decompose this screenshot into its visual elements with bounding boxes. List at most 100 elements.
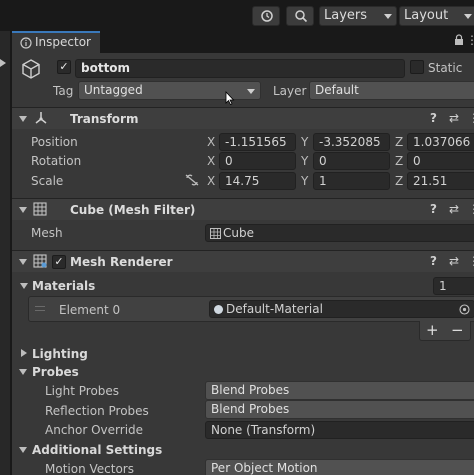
mouse-cursor-icon [225,91,235,105]
scale-x-label[interactable]: X [207,174,215,188]
tab-inspector[interactable]: Inspector [12,31,100,53]
transform-icon [35,112,47,124]
element-0-material-field[interactable]: Default-Material [209,300,474,318]
motion-vectors-dropdown[interactable]: Per Object Motion [205,459,474,475]
help-icon[interactable]: ? [430,202,437,216]
layout-label: Layout [404,8,449,23]
tab-menu-icon[interactable]: ⋮ [466,33,474,47]
position-x-label[interactable]: X [207,135,215,149]
rotation-x-label[interactable]: X [207,154,215,168]
tab-inspector-label: Inspector [35,35,91,49]
probes-foldout-icon[interactable] [19,369,27,375]
element-0-value: Default-Material [226,302,323,316]
presets-icon[interactable]: ⇄ [449,202,459,216]
object-name-field[interactable]: bottom [75,59,405,78]
transform-title: Transform [70,112,139,126]
add-element-button[interactable]: + [426,323,439,338]
mesh-object-field[interactable]: Cube [205,224,474,242]
drag-handle-icon[interactable] [35,306,45,311]
materials-count-field[interactable]: 1 [433,277,474,295]
scale-z-label[interactable]: Z [395,174,403,188]
constrain-proportions-icon[interactable] [185,174,199,186]
mesh-renderer-enabled-checkbox[interactable]: ✓ [52,255,66,269]
object-picker-icon[interactable] [459,304,470,315]
component-menu-icon[interactable]: ⋮ [468,111,474,125]
position-z-label[interactable]: Z [395,135,403,149]
foldout-arrow-icon [19,207,27,213]
left-side-panel [0,31,10,475]
foldout-arrow-icon [19,259,27,265]
rotation-z-label[interactable]: Z [395,154,403,168]
rotation-z-field[interactable]: 0 [407,152,474,170]
materials-foldout-icon[interactable] [20,283,28,289]
static-label: Static [428,61,463,75]
component-menu-icon[interactable]: ⋮ [468,202,474,216]
lighting-label: Lighting [32,347,88,361]
scale-x-field[interactable]: 14.75 [219,172,296,190]
probes-label: Probes [32,365,79,379]
anchor-override-label: Anchor Override [45,423,144,437]
chevron-down-icon [247,89,255,94]
tag-value: Untagged [84,83,143,97]
rotation-x-field[interactable]: 0 [219,152,296,170]
history-icon [261,10,273,22]
position-y-field[interactable]: -3.352085 [313,133,390,151]
position-z-field[interactable]: 1.037066 [407,133,474,151]
element-0-label: Element 0 [59,303,121,317]
mesh-filter-icon [33,202,47,216]
info-icon [20,37,32,49]
active-checkbox[interactable]: ✓ [57,60,71,74]
presets-icon[interactable]: ⇄ [449,254,459,268]
rotation-y-field[interactable]: 0 [313,152,390,170]
chevron-down-icon [384,14,392,19]
motion-vectors-label: Motion Vectors [45,462,134,475]
help-icon[interactable]: ? [430,111,437,125]
scale-y-field[interactable]: 1 [313,172,390,190]
layers-label: Layers [324,8,368,23]
layout-dropdown[interactable]: Layout [399,6,474,26]
help-icon[interactable]: ? [430,254,437,268]
reflection-probes-label: Reflection Probes [45,404,149,418]
left-panel-arrow-icon [0,59,6,67]
light-probes-dropdown[interactable]: Blend Probes [205,381,474,400]
presets-icon[interactable]: ⇄ [449,111,459,125]
rotation-y-label[interactable]: Y [301,154,308,168]
layer-dropdown[interactable]: Default [309,81,474,100]
position-label: Position [31,135,78,149]
chevron-down-icon [464,14,472,19]
tag-label: Tag [53,84,74,98]
position-y-label[interactable]: Y [301,135,308,149]
mesh-filter-header[interactable]: Cube (Mesh Filter) ? ⇄ ⋮ [12,198,474,220]
lock-icon[interactable] [454,34,464,46]
scale-z-field[interactable]: 21.51 [407,172,474,190]
mesh-icon [210,228,221,239]
mesh-label: Mesh [31,226,63,240]
mesh-renderer-title: Mesh Renderer [70,255,173,269]
lighting-foldout-icon[interactable] [21,349,27,357]
mesh-renderer-icon [33,254,47,268]
transform-header[interactable]: Transform ? ⇄ ⋮ [12,107,474,129]
scale-label: Scale [31,174,64,188]
reflection-probes-dropdown[interactable]: Blend Probes [205,400,474,419]
scale-y-label[interactable]: Y [301,174,308,188]
additional-settings-label: Additional Settings [32,443,163,457]
mesh-value: Cube [223,226,254,240]
rotation-label: Rotation [31,154,82,168]
layers-dropdown[interactable]: Layers [319,6,397,26]
remove-element-button[interactable]: − [451,323,464,338]
history-button[interactable] [252,6,280,26]
mesh-renderer-header[interactable]: ✓ Mesh Renderer ? ⇄ ⋮ [12,250,474,272]
foldout-arrow-icon [19,116,27,122]
position-x-field[interactable]: -1.151565 [219,133,296,151]
material-sphere-icon [214,305,223,314]
layer-label: Layer [273,84,307,98]
search-button[interactable] [286,6,314,26]
materials-label: Materials [32,279,96,293]
anchor-override-field[interactable]: None (Transform) [205,421,474,439]
component-menu-icon[interactable]: ⋮ [468,254,474,268]
static-checkbox[interactable] [410,60,424,74]
additional-settings-foldout-icon[interactable] [19,447,27,453]
layer-value: Default [315,83,359,97]
light-probes-label: Light Probes [45,384,120,398]
mesh-filter-title: Cube (Mesh Filter) [70,203,196,217]
